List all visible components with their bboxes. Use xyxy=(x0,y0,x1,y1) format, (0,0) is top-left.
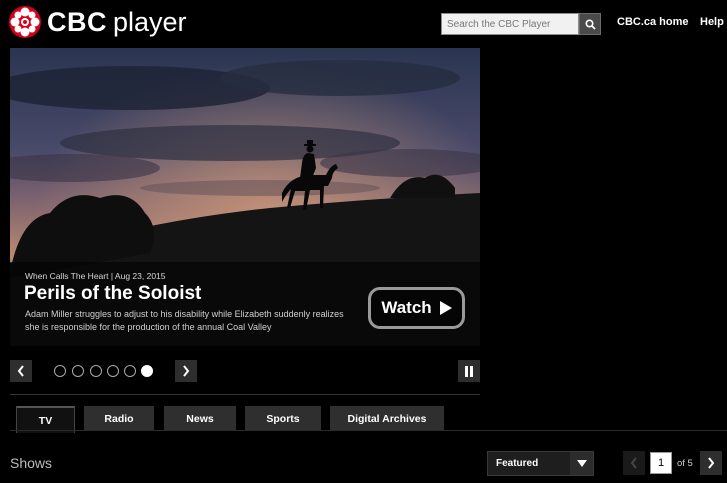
help-link[interactable]: Help xyxy=(700,16,724,28)
episode-title[interactable]: Perils of the Soloist xyxy=(24,283,201,305)
tab-underline xyxy=(10,430,727,431)
header: CBCplayer CBC.ca home Help xyxy=(0,0,727,46)
featured-hero[interactable]: When Calls The Heart | Aug 23, 2015 Peri… xyxy=(10,48,480,346)
product-name: player xyxy=(113,7,187,37)
page-total: of 5 xyxy=(677,458,693,469)
brand-name: CBC xyxy=(47,7,107,37)
cbc-home-link[interactable]: CBC.ca home xyxy=(617,16,689,28)
carousel-dot-1[interactable] xyxy=(54,365,66,377)
page-next-button[interactable] xyxy=(700,451,722,475)
carousel-dot-4[interactable] xyxy=(107,365,119,377)
sort-dropdown[interactable]: Featured xyxy=(487,451,594,476)
episode-description: Adam Miller struggles to adjust to his d… xyxy=(25,309,344,332)
hero-caption: When Calls The Heart | Aug 23, 2015 Peri… xyxy=(10,262,480,346)
watch-button-label: Watch xyxy=(381,298,432,317)
carousel-pause-button[interactable] xyxy=(458,360,480,382)
section-divider xyxy=(10,394,480,395)
sort-selected-value: Featured xyxy=(496,458,539,469)
search-icon xyxy=(584,18,596,30)
watch-button[interactable]: Watch xyxy=(368,287,465,329)
carousel-dot-5[interactable] xyxy=(124,365,136,377)
chevron-right-icon xyxy=(708,457,715,469)
search-input[interactable] xyxy=(441,13,579,35)
site-logo-text[interactable]: CBC player xyxy=(47,6,187,38)
play-icon xyxy=(439,301,452,315)
carousel-dot-6[interactable] xyxy=(141,365,153,377)
carousel-prev-button[interactable] xyxy=(10,360,32,382)
cbc-gem-logo-icon[interactable] xyxy=(9,6,41,38)
carousel-next-button[interactable] xyxy=(175,360,197,382)
dropdown-arrow[interactable] xyxy=(570,452,593,475)
tab-digital-archives[interactable]: Digital Archives xyxy=(330,406,444,430)
tab-news[interactable]: News xyxy=(164,406,236,430)
pause-icon xyxy=(465,365,473,377)
search-button[interactable] xyxy=(579,13,601,35)
tab-sports[interactable]: Sports xyxy=(245,406,321,430)
chevron-right-icon xyxy=(183,365,190,377)
search-box xyxy=(441,13,601,35)
carousel-dot-3[interactable] xyxy=(90,365,102,377)
carousel-dot-2[interactable] xyxy=(72,365,84,377)
chevron-left-icon xyxy=(17,365,24,377)
caret-down-icon xyxy=(576,460,587,467)
chevron-left-icon xyxy=(630,457,637,469)
cbc-player-page: CBCplayer CBC.ca home Help xyxy=(0,0,727,483)
tab-tv[interactable]: TV xyxy=(16,406,75,433)
page-number-input[interactable] xyxy=(650,452,672,474)
episode-meta: When Calls The Heart | Aug 23, 2015 xyxy=(25,271,166,281)
tab-radio[interactable]: Radio xyxy=(84,406,154,430)
page-prev-button[interactable] xyxy=(623,451,645,475)
shows-heading: Shows xyxy=(10,455,53,471)
